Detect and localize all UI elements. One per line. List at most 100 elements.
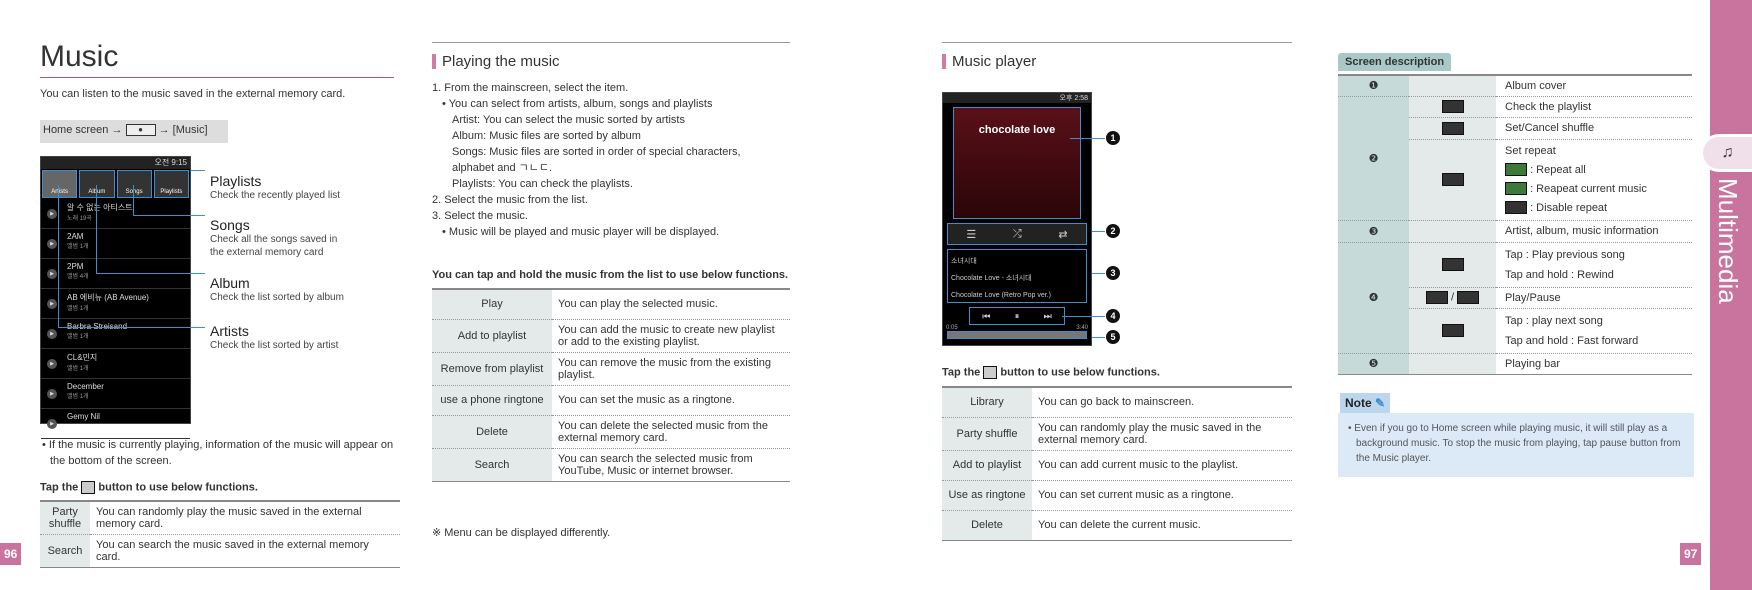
tab-songs[interactable]: Songs (116, 170, 152, 198)
desc-album-cover: Album cover (1505, 79, 1567, 92)
previous-icon (1441, 258, 1464, 271)
total-time: 3:40 (1076, 325, 1088, 331)
desc-repeat-all: : Repeat all (1530, 163, 1586, 176)
menu-key-icon (983, 366, 998, 379)
repeat-icon (1441, 173, 1464, 186)
status-bar: 오전 9:15 (41, 157, 190, 169)
playing-function-table: Play You can play the selected music. Add … (432, 288, 790, 482)
table-row: use a phone ringtone You can set the musi… (432, 385, 790, 416)
table-row: Use as ringtone You can set current music… (942, 480, 1292, 511)
table-row: Play You can play the selected music. (432, 289, 790, 320)
callout-playlists: Playlists Check the recently played list (210, 173, 380, 202)
artist-sub: 앨범 1개 (67, 394, 89, 400)
top-rule (432, 42, 790, 43)
multimedia-icon: ♫ (1700, 134, 1752, 172)
callout-title: Playlists (210, 173, 262, 189)
desc-repeat-one: : Reapeat current music (1530, 182, 1647, 195)
repeat-icon[interactable]: ⇄ (1058, 228, 1067, 241)
num-2: ❷ (1338, 96, 1409, 220)
row-label: use a phone ringtone (432, 385, 552, 416)
row-label: Library (942, 387, 1032, 418)
artist-list-item[interactable]: ▶ 알 수 없는 아티스트 노래 19곡 (41, 199, 190, 229)
play-icon: ▶ (47, 299, 57, 309)
tap-suffix: button to use below functions. (1000, 366, 1160, 379)
row-desc: You can go back to mainscreen. (1032, 387, 1292, 418)
play-icon: ▶ (47, 359, 57, 369)
album-line: Chocolate Love - 소녀시대 (951, 275, 1032, 282)
bullet-content: You can select from artists, album, song… (448, 98, 713, 110)
row-label: Play (432, 289, 552, 320)
repeat-off-icon (1505, 201, 1527, 215)
artist-sub: 앨범 1개 (67, 366, 89, 372)
desc-next-tap: Tap : play next song (1505, 314, 1603, 327)
callout-artists: Artists Check the list sorted by artist (210, 323, 380, 352)
pause-icon[interactable]: ⏸ (1015, 311, 1020, 322)
row-label: Delete (942, 510, 1032, 541)
artist-sub: 앨범 1개 (67, 306, 89, 312)
marker-3: 3 (1106, 266, 1120, 280)
player-controls-top: ☰ ⤮ ⇄ (947, 223, 1087, 245)
row-desc: You can randomly play the music saved in… (90, 501, 400, 535)
next-icon (1441, 324, 1464, 337)
play-icon: ▶ (47, 389, 57, 399)
shuffle-icon (1441, 121, 1464, 135)
step-3-bullet: • Music will be played and music player … (442, 226, 720, 238)
row-label: Add to playlist (942, 450, 1032, 481)
callout-songs: Songs Check all the songs saved in the ex… (210, 217, 350, 259)
step-1-bullet: • You can select from artists, album, so… (442, 98, 713, 110)
row-desc: You can play the selected music. (552, 289, 790, 320)
music-app-icon: ● (125, 124, 156, 137)
row-desc: You can set the music as a ringtone. (552, 385, 790, 416)
tap-prefix: Tap the (40, 481, 79, 494)
song: Chocolate Love (Retro Pop ver.) (951, 292, 1051, 299)
artist-name: 2AM (67, 232, 84, 241)
elapsed-time: 0:05 (946, 325, 958, 331)
title-rule (40, 77, 394, 78)
bullet-content: If the music is currently playing, infor… (48, 439, 394, 467)
artist-list-item[interactable]: ▶ 2PM 앨범 4개 (41, 259, 190, 289)
shuffle-icon[interactable]: ⤮ (1013, 228, 1022, 241)
note-label: Note ✎ (1340, 393, 1391, 413)
playlist-icon (1441, 100, 1464, 113)
marker-line (1092, 231, 1105, 232)
playing-bar[interactable] (947, 331, 1087, 339)
page-number-left: 96 (0, 543, 22, 565)
row-label: Search (432, 448, 552, 482)
row-label: Party shuffle (40, 501, 90, 535)
artist-list-item[interactable]: ▶Barbra Streisand앨범 1개 (41, 319, 190, 349)
callout-line (58, 327, 205, 328)
row-desc: You can delete the current music. (1032, 510, 1292, 541)
tab-playlists[interactable]: Playlists (153, 170, 189, 198)
num-1: ❶ (1338, 75, 1409, 96)
repeat-one-icon (1505, 182, 1527, 196)
path-prefix: Home screen → (43, 124, 123, 136)
table-row: Search You can search the music saved in … (40, 534, 400, 568)
marker-4: 4 (1106, 309, 1120, 323)
tap-instruction: Tap the button to use below functions. (942, 366, 1160, 379)
row-label: Party shuffle (942, 417, 1032, 451)
step-3: 3. Select the music. (432, 210, 528, 222)
row-label: Add to playlist (432, 319, 552, 353)
artist-list-item[interactable]: ▶ December 앨범 1개 (41, 379, 190, 409)
tap-instruction: Tap the button to use below functions. (40, 481, 258, 494)
top-rule (942, 42, 1292, 43)
artist-name: 2PM (67, 262, 84, 271)
marker-5: 5 (1106, 330, 1120, 344)
artist-list-item[interactable]: ▶ Gemy Nil (41, 409, 190, 439)
next-icon[interactable]: ⏭ (1044, 311, 1052, 322)
row-desc: You can search the selected music from Y… (552, 448, 790, 482)
callout-desc: Check the recently played list (210, 190, 341, 201)
music-info: 소녀시대 Chocolate Love - 소녀시대 Chocolate Love … (947, 249, 1087, 303)
previous-icon[interactable]: ⏮ (982, 311, 990, 322)
artist-list-item[interactable]: ▶ CL&민지 앨범 1개 (41, 349, 190, 379)
marker-2: 2 (1106, 224, 1120, 238)
row-label: Search (40, 534, 90, 568)
table-row: Delete You can delete the current music. (942, 510, 1292, 541)
desc-repeat-off: : Disable repeat (1530, 201, 1608, 214)
step-detail: Playlists: You can check the playlists. (452, 178, 633, 190)
tab-artists[interactable]: Artists (42, 170, 78, 198)
artist-list-item[interactable]: ▶ AB 에비뉴 (AB Avenue) 앨범 1개 (41, 289, 190, 319)
artist-list-item[interactable]: ▶ 2AM 앨범 1개 (41, 229, 190, 259)
playlist-icon[interactable]: ☰ (966, 228, 976, 241)
table-row: Party shuffle You can randomly play the m… (942, 417, 1292, 451)
